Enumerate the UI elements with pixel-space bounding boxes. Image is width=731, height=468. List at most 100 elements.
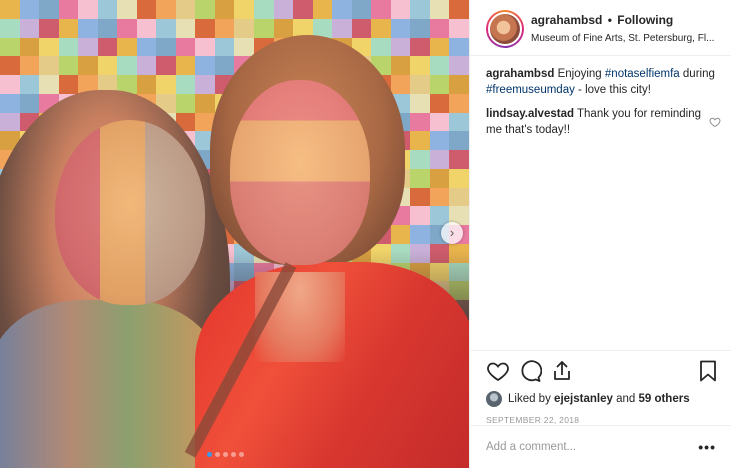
mosaic-tile bbox=[195, 18, 215, 38]
mosaic-tile bbox=[273, 0, 294, 19]
post-date[interactable]: SEPTEMBER 22, 2018 bbox=[486, 415, 720, 425]
mosaic-tile bbox=[0, 56, 20, 75]
bookmark-icon[interactable] bbox=[696, 359, 720, 383]
mosaic-tile bbox=[97, 56, 118, 75]
comment-username-link[interactable]: lindsay.alvestad bbox=[486, 108, 574, 120]
caption-text-before: Enjoying bbox=[557, 68, 605, 80]
header-text: agrahambsd • Following Museum of Fine Ar… bbox=[531, 13, 715, 46]
mosaic-tile bbox=[58, 18, 79, 38]
mosaic-tile bbox=[254, 18, 274, 38]
mosaic-tile bbox=[429, 93, 450, 113]
mosaic-tile bbox=[214, 37, 235, 57]
mosaic-tile bbox=[19, 37, 40, 57]
comment-input[interactable]: Add a comment... bbox=[486, 441, 698, 453]
separator-dot: • bbox=[607, 13, 612, 27]
story-ring[interactable] bbox=[486, 10, 524, 48]
mosaic-tile bbox=[39, 18, 59, 38]
location-link[interactable]: Museum of Fine Arts, St. Petersburg, Fl.… bbox=[531, 32, 715, 46]
mosaic-tile bbox=[312, 0, 333, 19]
more-options-button[interactable]: ••• bbox=[698, 439, 716, 455]
mosaic-tile bbox=[410, 131, 430, 150]
likes-joiner: and bbox=[616, 393, 636, 405]
hashtag-link[interactable]: #freemuseumday bbox=[486, 84, 575, 96]
mosaic-tile bbox=[429, 187, 450, 207]
mosaic-tile bbox=[0, 18, 20, 38]
mosaic-tile bbox=[0, 112, 20, 132]
hashtag-link[interactable]: #notaselfiemfa bbox=[605, 68, 680, 80]
mosaic-tile bbox=[429, 112, 450, 132]
mosaic-tile bbox=[19, 56, 40, 75]
likes-prefix: Liked by bbox=[508, 393, 551, 405]
mosaic-tile bbox=[254, 0, 274, 19]
mosaic-tile bbox=[214, 18, 235, 38]
mosaic-tile bbox=[410, 112, 430, 132]
carousel-dot bbox=[207, 452, 212, 457]
heart-outline-icon[interactable] bbox=[486, 359, 510, 383]
mosaic-tile bbox=[58, 56, 79, 75]
liker-username-link[interactable]: ejejstanley bbox=[554, 393, 613, 405]
mosaic-tile bbox=[156, 75, 176, 94]
post-header: agrahambsd • Following Museum of Fine Ar… bbox=[470, 0, 731, 56]
comment-bubble-icon[interactable] bbox=[518, 359, 542, 383]
mosaic-tile bbox=[293, 0, 313, 19]
mosaic-tile bbox=[78, 18, 98, 38]
mosaic-tile bbox=[19, 0, 40, 19]
mosaic-tile bbox=[117, 0, 137, 19]
mosaic-tile bbox=[156, 56, 176, 75]
mosaic-tile bbox=[19, 75, 40, 94]
mosaic-tile bbox=[449, 56, 469, 75]
action-icons bbox=[486, 359, 720, 383]
carousel-next-button[interactable]: › bbox=[441, 222, 463, 244]
mosaic-tile bbox=[429, 75, 450, 94]
header-username-link[interactable]: agrahambsd bbox=[531, 13, 602, 27]
mosaic-tile bbox=[390, 18, 411, 38]
likes-summary: Liked by ejejstanley and 59 others bbox=[486, 391, 720, 407]
mosaic-tile bbox=[429, 56, 450, 75]
mosaic-tile bbox=[0, 75, 20, 94]
mosaic-tile bbox=[39, 56, 59, 75]
mosaic-tile bbox=[410, 206, 430, 225]
comment-item: lindsay.alvestad Thank you for reminding… bbox=[486, 106, 721, 138]
person-left-face bbox=[55, 120, 205, 305]
mosaic-tile bbox=[332, 0, 352, 19]
carousel-dot bbox=[215, 452, 220, 457]
mosaic-tile bbox=[195, 37, 215, 57]
share-upload-icon[interactable] bbox=[550, 359, 574, 383]
mosaic-tile bbox=[156, 18, 176, 38]
avatar[interactable] bbox=[488, 12, 522, 46]
mosaic-tile bbox=[390, 75, 411, 94]
mosaic-tile bbox=[39, 75, 59, 94]
mosaic-tile bbox=[195, 93, 215, 113]
mosaic-tile bbox=[117, 56, 137, 75]
mosaic-tile bbox=[214, 56, 235, 75]
mosaic-tile bbox=[449, 131, 469, 150]
mosaic-tile bbox=[78, 0, 98, 19]
mosaic-tile bbox=[136, 75, 157, 94]
liker-avatar[interactable] bbox=[486, 391, 502, 407]
following-button[interactable]: Following bbox=[617, 13, 673, 27]
person-left-shirt bbox=[0, 300, 220, 468]
mosaic-tile bbox=[117, 18, 137, 38]
mosaic-tile bbox=[214, 0, 235, 19]
post-photo[interactable]: › bbox=[0, 0, 469, 468]
mosaic-tile bbox=[39, 0, 59, 19]
others-likes-link[interactable]: 59 others bbox=[638, 393, 689, 405]
mosaic-tile bbox=[390, 56, 411, 75]
mosaic-tile bbox=[195, 56, 215, 75]
post-details-panel: agrahambsd • Following Museum of Fine Ar… bbox=[469, 0, 731, 468]
mosaic-tile bbox=[410, 93, 430, 113]
mosaic-tile bbox=[136, 56, 157, 75]
mosaic-tile bbox=[332, 18, 352, 38]
caption-text-middle: during bbox=[679, 68, 715, 80]
heart-outline-icon[interactable] bbox=[709, 116, 721, 128]
mosaic-tile bbox=[97, 37, 118, 57]
mosaic-tile bbox=[449, 0, 469, 19]
mosaic-tile bbox=[195, 75, 215, 94]
mosaic-tile bbox=[390, 0, 411, 19]
caption-username-link[interactable]: agrahambsd bbox=[486, 68, 554, 80]
person-right-face bbox=[230, 80, 370, 265]
mosaic-tile bbox=[58, 37, 79, 57]
add-comment-bar: Add a comment... ••• bbox=[470, 425, 731, 468]
mosaic-tile bbox=[410, 187, 430, 207]
mosaic-tile bbox=[175, 18, 196, 38]
